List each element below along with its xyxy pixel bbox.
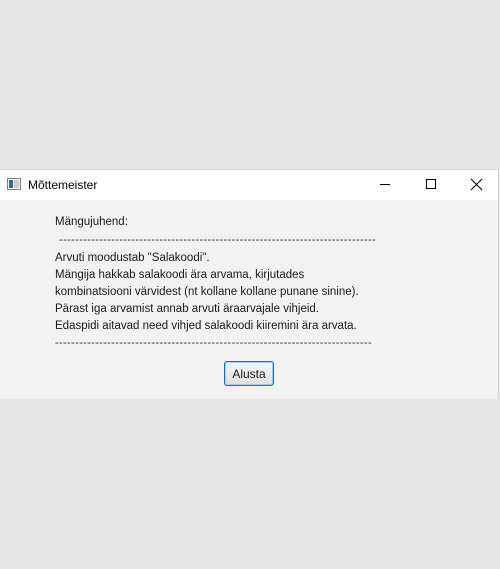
maximize-icon (426, 179, 436, 189)
app-icon (7, 178, 21, 190)
separator-top: ----------------------------------------… (59, 234, 377, 246)
title-bar[interactable]: Mõttemeister (0, 170, 498, 200)
instruction-line: Arvuti moodustab "Salakoodi". (55, 252, 210, 264)
instruction-line: Pärast iga arvamist annab arvuti äraarva… (55, 303, 319, 315)
minimize-icon (380, 184, 390, 185)
window-title: Mõttemeister (28, 178, 98, 192)
minimize-button[interactable] (362, 170, 408, 200)
separator-bottom: ----------------------------------------… (55, 337, 373, 349)
instructions-heading-block: Mängujuhend: (55, 214, 128, 231)
close-button[interactable] (454, 170, 500, 200)
instruction-line: Edaspidi aitavad need vihjed salakoodi k… (55, 320, 357, 332)
instruction-line: kombinatsiooni värvidest (nt kollane kol… (55, 286, 359, 298)
instructions-heading: Mängujuhend: (55, 216, 128, 228)
close-icon (470, 178, 483, 191)
game-window: Mõttemeister Mängujuhend: --------------… (0, 169, 499, 399)
maximize-button[interactable] (408, 170, 454, 200)
start-button[interactable]: Alusta (224, 361, 274, 386)
instructions-body: Arvuti moodustab "Salakoodi". Mängija ha… (55, 250, 359, 335)
instruction-line: Mängija hakkab salakoodi ära arvama, kir… (55, 269, 305, 281)
